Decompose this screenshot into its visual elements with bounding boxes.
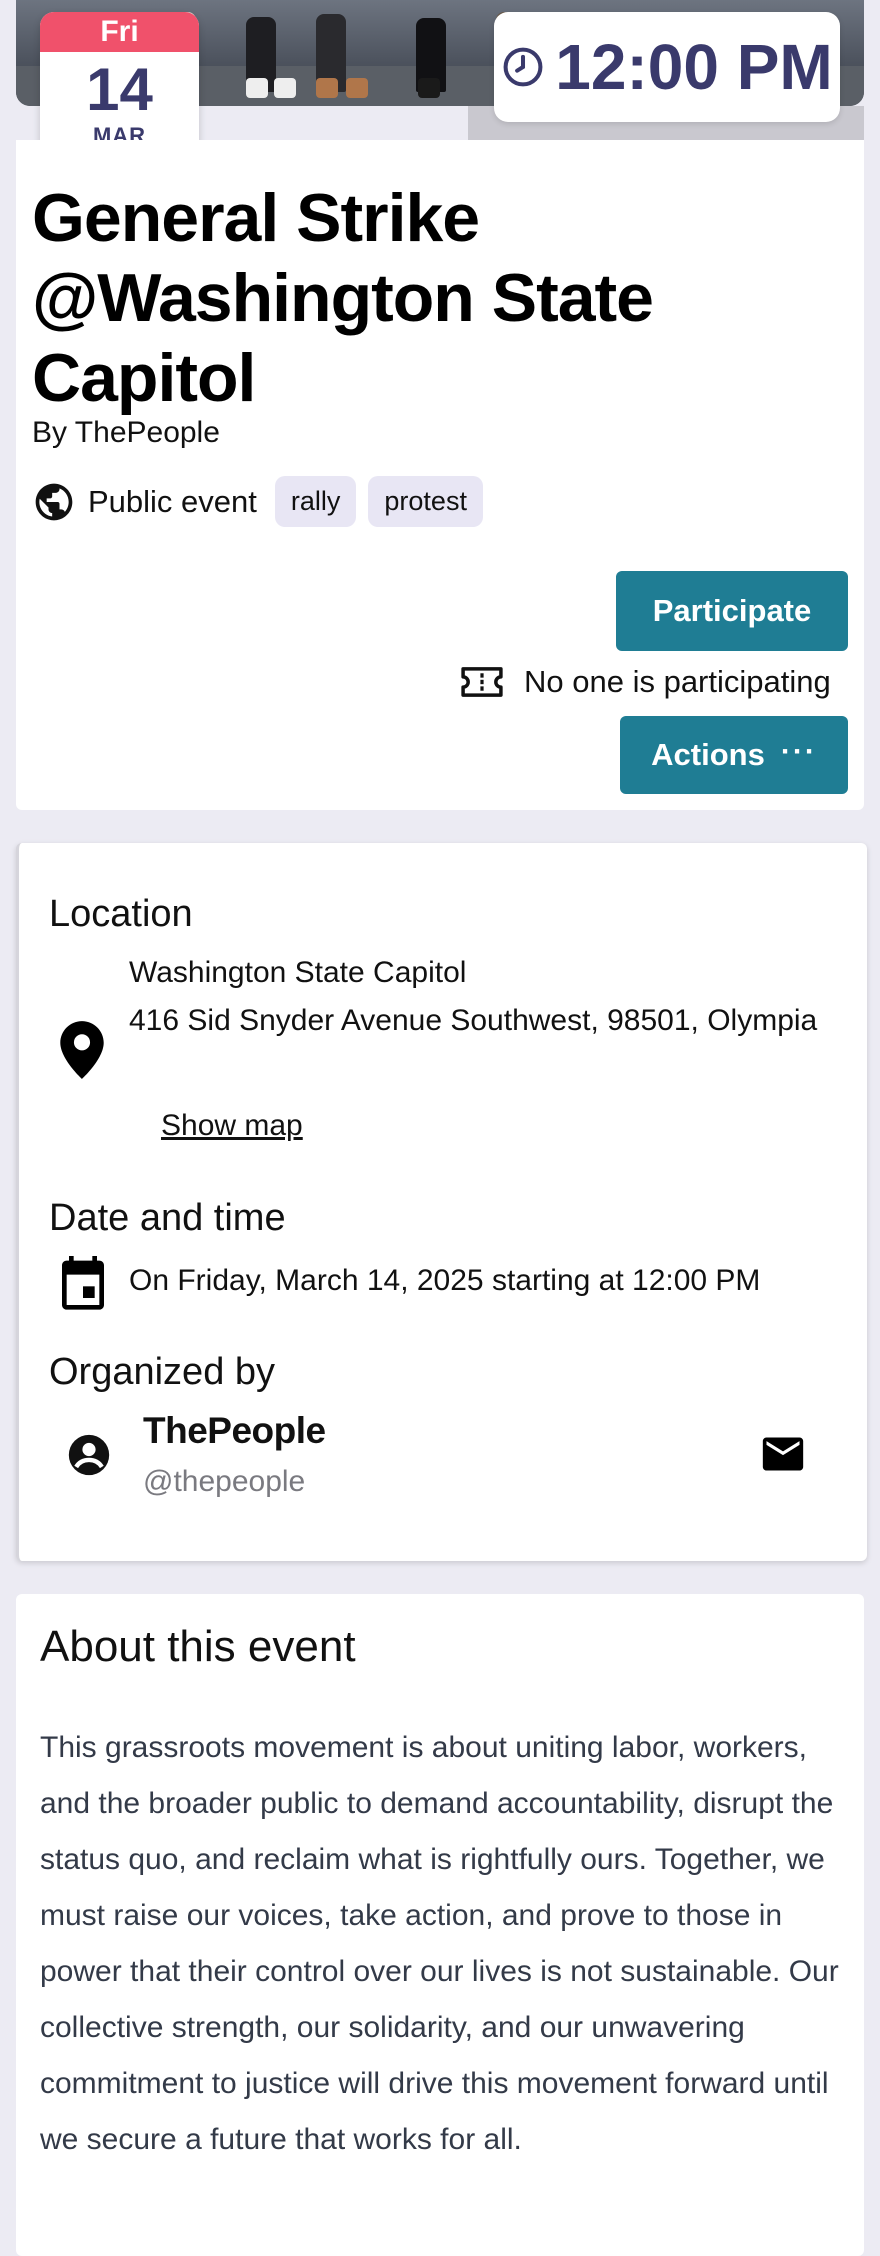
email-icon[interactable] (761, 1437, 805, 1471)
event-organizer-byline: By ThePeople (32, 416, 220, 449)
more-icon: ··· (780, 735, 817, 768)
about-card: About this event This grassroots movemen… (16, 1594, 864, 2256)
participate-button[interactable]: Participate (616, 571, 848, 651)
date-day-of-week: Fri (40, 12, 199, 52)
tag-protest[interactable]: protest (368, 476, 483, 527)
location-name: Washington State Capitol (129, 956, 467, 989)
about-heading: About this event (40, 1622, 356, 1671)
participation-status: No one is participating (460, 664, 831, 700)
clock-icon (503, 47, 543, 87)
map-pin-icon (60, 1021, 104, 1079)
participate-label: Participate (652, 593, 812, 628)
location-address: Washington State Capitol 416 Sid Snyder … (129, 949, 829, 1045)
time-badge: 12:00 PM (494, 12, 840, 122)
event-time: 12:00 PM (555, 31, 833, 103)
about-description: This grassroots movement is about unitin… (40, 1731, 839, 2156)
event-info-card: Location Washington State Capitol 416 Si… (16, 843, 867, 1561)
event-meta-row: Public event rally protest (32, 476, 483, 527)
actions-button[interactable]: Actions ··· (620, 716, 848, 794)
tag-rally[interactable]: rally (274, 476, 357, 527)
location-heading: Location (49, 893, 193, 935)
organizer-handle: @thepeople (143, 1465, 306, 1498)
calendar-icon (62, 1256, 104, 1310)
event-visibility: Public event (88, 483, 257, 519)
show-map-link[interactable]: Show map (161, 1109, 303, 1143)
event-header-card: General Strike @Washington State Capitol… (16, 140, 864, 810)
datetime-text: On Friday, March 14, 2025 starting at 12… (129, 1264, 761, 1297)
account-circle-icon (68, 1434, 110, 1476)
actions-label: Actions (651, 737, 765, 772)
globe-icon (35, 483, 73, 520)
organizer-name[interactable]: ThePeople (143, 1410, 326, 1452)
datetime-heading: Date and time (49, 1197, 286, 1239)
ticket-icon (461, 667, 503, 697)
participation-status-text: No one is participating (524, 664, 831, 699)
event-title: General Strike @Washington State Capitol (32, 180, 654, 416)
organizer-heading: Organized by (49, 1351, 276, 1393)
date-day: 14 (86, 56, 153, 123)
location-street: 416 Sid Snyder Avenue Southwest, 98501, … (129, 1004, 818, 1037)
